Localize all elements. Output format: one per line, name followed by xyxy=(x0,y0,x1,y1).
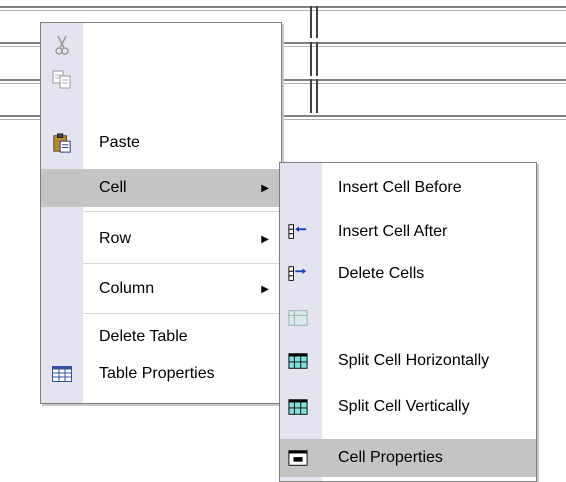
menu-item-label: Table Properties xyxy=(99,365,215,382)
menu-separator xyxy=(83,313,281,314)
cut-icon xyxy=(52,35,72,55)
table-column-line xyxy=(316,6,318,38)
menu-item-label: Cell Properties xyxy=(338,449,443,466)
menu-item-label: Insert Cell Before xyxy=(338,179,462,196)
menu-item-label: Delete Table xyxy=(99,328,188,345)
paste-icon xyxy=(52,133,72,153)
menu-item-column[interactable]: Column ▶ xyxy=(41,271,281,307)
table-column-line xyxy=(316,42,318,76)
table-context-menu: Paste Cell ▶ Row ▶ Column ▶ Delete Table… xyxy=(40,22,282,404)
table-row-line xyxy=(0,10,566,11)
submenu-arrow-icon: ▶ xyxy=(261,233,269,245)
submenu-item-split-cell-vertically[interactable]: Split Cell Vertically xyxy=(280,389,536,425)
submenu-item-delete-cells[interactable]: Delete Cells xyxy=(280,257,536,291)
submenu-item-delete-cells-disabled[interactable] xyxy=(280,301,536,335)
menu-separator xyxy=(83,211,281,212)
menu-separator xyxy=(83,263,281,264)
insert-cell-before-icon xyxy=(288,222,308,242)
submenu-arrow-icon: ▶ xyxy=(261,283,269,295)
menu-item-label: Paste xyxy=(99,134,140,151)
menu-item-table-properties[interactable]: Table Properties xyxy=(41,357,281,391)
menu-item-label: Delete Cells xyxy=(338,265,425,282)
submenu-item-split-cell-horizontally[interactable]: Split Cell Horizontally xyxy=(280,343,536,379)
delete-cells-icon xyxy=(288,308,308,328)
submenu-item-insert-cell-after[interactable]: Insert Cell After xyxy=(280,215,536,249)
split-vertical-icon xyxy=(288,397,308,417)
cell-properties-icon xyxy=(288,448,308,468)
menu-item-label: Column xyxy=(99,280,155,297)
menu-item-label: Row xyxy=(99,230,132,247)
copy-icon xyxy=(52,69,72,89)
submenu-item-insert-cell-before[interactable]: Insert Cell Before xyxy=(280,171,536,205)
menu-item-label: Split Cell Horizontally xyxy=(338,352,490,369)
menu-item-delete-table[interactable]: Delete Table xyxy=(41,321,281,353)
submenu-item-cell-properties[interactable]: Cell Properties xyxy=(280,439,536,477)
insert-cell-after-icon xyxy=(288,264,308,284)
split-horizontal-icon xyxy=(288,351,308,371)
menu-item-label: Insert Cell After xyxy=(338,223,448,240)
table-properties-icon xyxy=(52,364,72,384)
menu-item-copy[interactable] xyxy=(41,63,281,95)
cell-submenu: Insert Cell Before Insert Cell After Del xyxy=(279,162,537,482)
menu-item-cell[interactable]: Cell ▶ xyxy=(41,169,281,207)
menu-item-label: Split Cell Vertically xyxy=(338,398,470,415)
table-column-line xyxy=(310,6,312,38)
menu-item-paste[interactable]: Paste xyxy=(41,127,281,159)
menu-item-cut[interactable] xyxy=(41,29,281,61)
table-column-line xyxy=(310,42,312,76)
menu-item-row[interactable]: Row ▶ xyxy=(41,221,281,257)
submenu-arrow-icon: ▶ xyxy=(261,182,269,194)
table-column-line xyxy=(316,79,318,113)
table-column-line xyxy=(310,79,312,113)
table-row-line xyxy=(0,6,566,8)
menu-item-label: Cell xyxy=(99,179,127,196)
